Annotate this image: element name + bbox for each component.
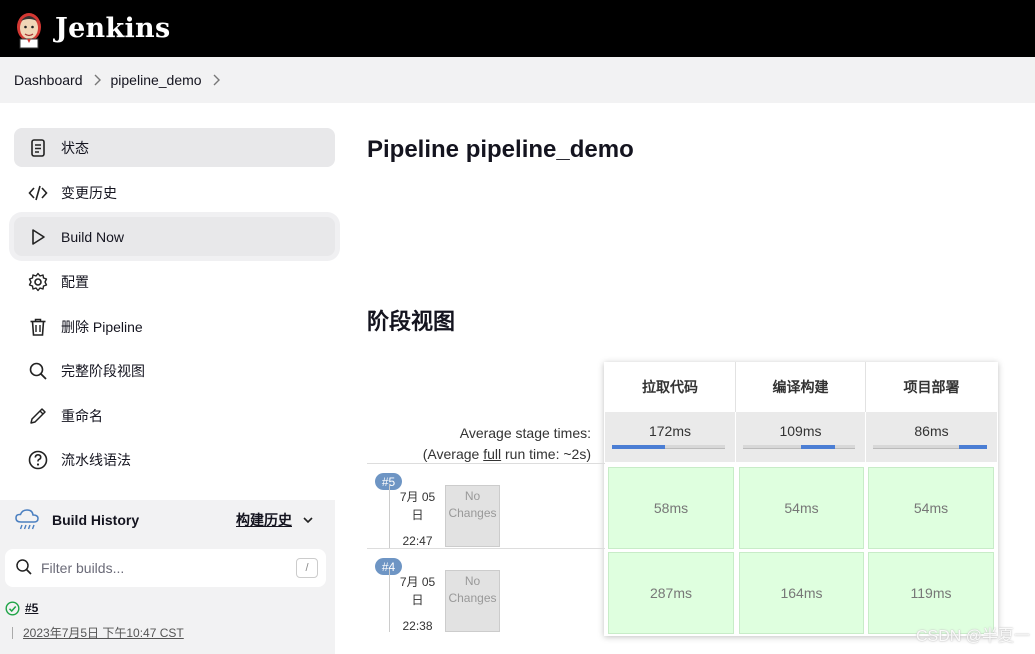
stage-header: 编译构建 — [736, 362, 866, 412]
run-date: 7月 05 日 22:47 — [389, 484, 445, 548]
stage-cell-success[interactable]: 287ms — [608, 552, 734, 634]
page-title: Pipeline pipeline_demo — [367, 136, 634, 163]
build-trend-link[interactable]: 构建历史 — [236, 510, 314, 530]
breadcrumb: Dashboard pipeline_demo — [0, 57, 1035, 103]
task-changes-label: 变更历史 — [61, 184, 117, 201]
stage-progress-track — [743, 445, 855, 449]
search-icon — [15, 558, 33, 579]
breadcrumb-dashboard[interactable]: Dashboard — [14, 72, 83, 88]
pencil-icon — [26, 404, 50, 428]
breadcrumb-pipeline-demo[interactable]: pipeline_demo — [111, 72, 202, 88]
stage-average-cell: 172ms — [605, 412, 736, 462]
task-pipeline-syntax[interactable]: 流水线语法 — [14, 440, 335, 479]
stage-average-time: 172ms — [648, 423, 692, 439]
stage-cell-success[interactable]: 58ms — [608, 467, 734, 549]
stage-cell-success[interactable]: 54ms — [868, 467, 994, 549]
top-header: Jenkins — [0, 0, 1035, 57]
run-date-time: 22:38 — [402, 619, 433, 633]
average-run-time-text: (Average full run time: ~2s) — [423, 444, 591, 465]
play-icon — [26, 225, 50, 249]
watermark: CSDN @半夏一 — [915, 628, 1030, 645]
task-delete-pipeline[interactable]: 删除 Pipeline — [14, 307, 335, 346]
build-history-header: Build History 构建历史 — [14, 507, 324, 533]
build-trend-label: 构建历史 — [236, 512, 292, 528]
filter-builds-placeholder: Filter builds... — [41, 560, 125, 576]
build-time-link[interactable]: 2023年7月5日 下午10:47 CST — [23, 624, 184, 641]
run-changes[interactable]: No Changes — [445, 570, 500, 632]
task-delete-pipeline-label: 删除 Pipeline — [61, 318, 143, 335]
stage-average-time: 109ms — [779, 423, 822, 439]
run-date-month: 7月 05 — [399, 575, 436, 589]
task-full-stage-view[interactable]: 完整阶段视图 — [14, 351, 335, 390]
shortcut-key-hint: / — [296, 558, 318, 578]
task-status-label: 状态 — [61, 139, 89, 156]
average-stage-times-text: Average stage times: — [459, 425, 591, 441]
average-stage-times-label: Average stage times: (Average full run t… — [423, 423, 591, 465]
stage-average-cell: 86ms — [866, 412, 997, 462]
stage-progress-track — [612, 445, 725, 449]
stage-view-title: 阶段视图 — [367, 309, 456, 334]
filter-builds-input[interactable]: Filter builds... / — [5, 549, 326, 587]
stage-progress-track — [873, 445, 987, 449]
task-build-now[interactable]: Build Now — [14, 217, 335, 256]
task-build-now-label: Build Now — [61, 228, 125, 245]
stage-cell-success[interactable]: 54ms — [739, 467, 864, 549]
stage-average-cell: 109ms — [736, 412, 866, 462]
average-run-time-prefix: (Average — [422, 446, 484, 462]
help-icon — [26, 448, 50, 472]
stage-progress-fill — [958, 445, 987, 449]
average-full-link[interactable]: full — [483, 446, 501, 462]
code-icon — [26, 181, 50, 205]
task-changes[interactable]: 变更历史 — [14, 173, 335, 212]
stage-header: 拉取代码 — [605, 362, 736, 412]
stage-progress-fill — [801, 445, 835, 449]
run-date-month: 7月 05 — [399, 490, 436, 504]
task-full-stage-view-label: 完整阶段视图 — [61, 362, 145, 379]
success-check-icon — [5, 601, 20, 619]
chevron-down-icon — [302, 512, 314, 528]
stage-progress-fill — [612, 445, 666, 449]
stage-header: 项目部署 — [866, 362, 997, 412]
run-date-day: 日 — [411, 508, 424, 522]
run-date-day: 日 — [411, 593, 424, 607]
build-history-title: Build History — [52, 512, 140, 528]
jenkins-brand[interactable]: Jenkins — [55, 13, 170, 44]
task-configure-label: 配置 — [61, 273, 89, 290]
build-number-link[interactable]: #5 — [25, 601, 38, 615]
average-run-time-suffix: run time: ~2s) — [501, 446, 591, 462]
task-configure[interactable]: 配置 — [14, 262, 335, 301]
stage-average-time: 86ms — [914, 423, 949, 439]
chevron-right-icon[interactable] — [83, 74, 111, 86]
status-icon — [26, 136, 50, 160]
task-rename-label: 重命名 — [61, 407, 103, 424]
run-changes[interactable]: No Changes — [445, 485, 500, 547]
gear-icon — [26, 270, 50, 294]
task-pipeline-syntax-label: 流水线语法 — [61, 451, 131, 468]
task-status[interactable]: 状态 — [14, 128, 335, 167]
jenkins-logo-icon[interactable] — [13, 9, 45, 49]
stage-cell-success[interactable]: 164ms — [739, 552, 864, 634]
run-date: 7月 05 日 22:38 — [389, 569, 445, 633]
task-rename[interactable]: 重命名 — [14, 396, 335, 435]
search-icon — [26, 359, 50, 383]
chevron-right-icon[interactable] — [202, 74, 230, 86]
weather-icon — [14, 507, 40, 534]
trash-icon — [26, 315, 50, 339]
timeline-bar — [12, 627, 13, 639]
